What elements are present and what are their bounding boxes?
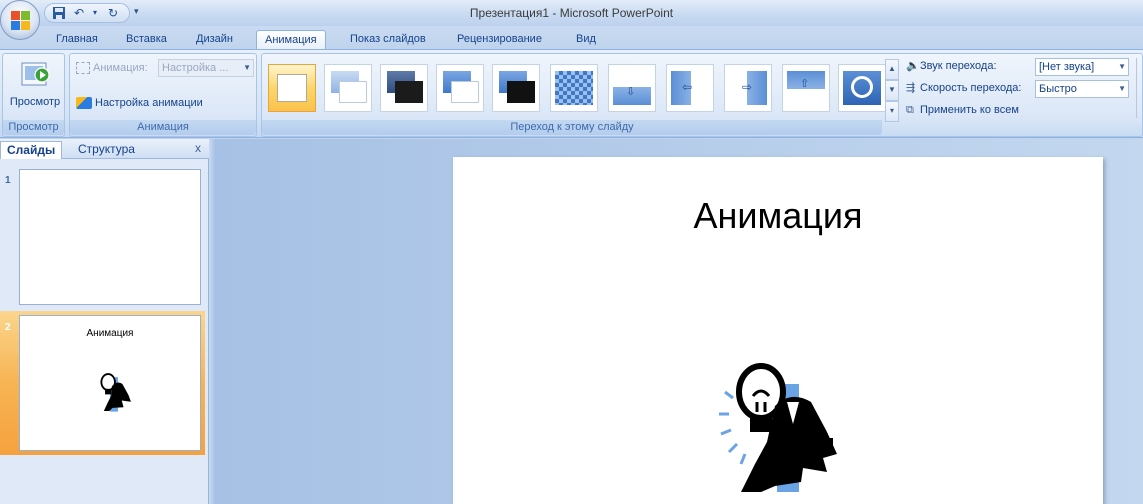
transition-preview-shape — [339, 81, 367, 103]
save-icon[interactable] — [51, 6, 67, 20]
transition-cut-black[interactable] — [492, 64, 540, 112]
transition-sound-label-row: 🔈Звук перехода: — [906, 57, 997, 75]
custom-animation-icon — [76, 97, 92, 110]
arrow-down-icon: ⇩ — [626, 86, 636, 98]
slide-thumbnail-1[interactable] — [19, 169, 201, 305]
tab-animation[interactable]: Анимация — [256, 30, 326, 50]
chevron-down-icon: ▼ — [243, 63, 251, 72]
transition-wipe-right[interactable]: ⇨ — [724, 64, 772, 112]
apply-all-icon: ⧉ — [906, 104, 914, 116]
slides-pane: Слайды Структура x 1 2 Анимация — [0, 139, 209, 504]
tab-insert[interactable]: Вставка — [118, 30, 175, 50]
transition-none[interactable] — [268, 64, 316, 112]
undo-icon[interactable]: ↶ — [71, 6, 87, 20]
chevron-down-icon: ▼ — [1118, 62, 1126, 71]
slide-number: 2 — [5, 322, 11, 333]
ribbon: Просмотр Просмотр Анимация: Настройка ..… — [0, 49, 1143, 138]
transition-preview-shape — [691, 71, 709, 105]
transition-sound-label: Звук перехода: — [920, 60, 997, 72]
transition-preview-shape — [507, 81, 535, 103]
transition-speed-label: Скорость перехода: — [920, 82, 1022, 94]
transition-group: ⇩ ⇦ ⇨ ⇧ ▲ ▼ ▾ 🔈Звук перехода: [Нет звука… — [261, 53, 1143, 137]
tab-design[interactable]: Дизайн — [188, 30, 241, 50]
current-slide[interactable]: Анимация — [453, 157, 1103, 504]
transition-fade-smooth[interactable] — [324, 64, 372, 112]
gallery-more-button[interactable]: ▾ — [885, 101, 899, 122]
tab-view[interactable]: Вид — [568, 30, 604, 50]
speaker-icon: 🔈 — [906, 60, 920, 72]
tab-slides[interactable]: Слайды — [0, 141, 63, 159]
speed-icon: ⇶ — [906, 82, 916, 94]
preview-group-label: Просмотр — [3, 120, 64, 135]
animation-label-row: Анимация: — [76, 59, 148, 77]
animation-group-label: Анимация — [70, 120, 256, 135]
businessman-lightbulb-icon[interactable] — [715, 362, 845, 492]
custom-animation-button[interactable]: Настройка анимации — [76, 94, 203, 112]
transition-sound-value: [Нет звука] — [1039, 61, 1095, 73]
gallery-scroll-down[interactable]: ▼ — [885, 80, 899, 101]
arrow-left-icon: ⇦ — [682, 80, 693, 94]
ribbon-tabs: Главная Вставка Дизайн Анимация Показ сл… — [0, 26, 1143, 50]
arrow-up-icon: ⇧ — [800, 78, 810, 90]
apply-to-all-button[interactable]: ⧉ Применить ко всем — [906, 101, 1019, 119]
transition-speed-combo[interactable]: Быстро ▼ — [1035, 80, 1129, 98]
apply-to-all-label: Применить ко всем — [920, 104, 1019, 116]
window-title: Презентация1 - Microsoft PowerPoint — [469, 6, 674, 20]
transition-wipe-down[interactable]: ⇩ — [608, 64, 656, 112]
preview-button-label: Просмотр — [9, 96, 61, 108]
animation-label: Анимация: — [93, 62, 148, 74]
transition-wipe-left[interactable]: ⇦ — [666, 64, 714, 112]
title-bar: Презентация1 - Microsoft PowerPoint — [0, 0, 1143, 26]
office-button[interactable] — [0, 0, 40, 40]
transition-dissolve[interactable] — [550, 64, 598, 112]
transition-preview-shape — [787, 89, 825, 105]
preview-group: Просмотр Просмотр — [2, 53, 65, 137]
transition-preview-shape — [555, 71, 593, 105]
undo-dropdown-icon[interactable]: ▾ — [87, 6, 103, 20]
tab-review[interactable]: Рецензирование — [449, 30, 550, 50]
transition-wipe-up[interactable]: ⇧ — [782, 64, 830, 112]
transition-speed-label-row: ⇶ Скорость перехода: — [906, 79, 1021, 97]
preview-button[interactable]: Просмотр — [7, 56, 63, 118]
transition-preview-shape — [395, 81, 423, 103]
slide-number: 1 — [5, 175, 11, 186]
quick-access-toolbar: ↶ ▾ ↻ — [44, 3, 130, 23]
tab-outline[interactable]: Структура — [72, 141, 141, 159]
animation-group: Анимация: Настройка ... ▼ Настройка аним… — [69, 53, 257, 137]
tab-home[interactable]: Главная — [48, 30, 106, 50]
animation-effect-icon — [76, 62, 90, 75]
office-logo-icon — [11, 11, 30, 30]
transition-none-preview — [277, 74, 307, 102]
tab-slideshow[interactable]: Показ слайдов — [342, 30, 434, 50]
preview-icon — [21, 62, 50, 86]
animation-combo[interactable]: Настройка ... ▼ — [158, 59, 254, 77]
transition-speed-value: Быстро — [1039, 83, 1077, 95]
slide-thumbnail-title: Анимация — [86, 328, 134, 339]
slide-thumbnail-2[interactable]: Анимация — [19, 315, 201, 451]
gallery-scroll-up[interactable]: ▲ — [885, 59, 899, 80]
animation-combo-value: Настройка ... — [162, 62, 229, 74]
customize-qat-icon[interactable]: ▾ — [134, 6, 139, 17]
transition-group-label: Переход к этому слайду — [262, 120, 882, 135]
slides-pane-tabs: Слайды Структура x — [0, 139, 209, 159]
group-divider — [1136, 58, 1142, 118]
transition-sound-combo[interactable]: [Нет звука] ▼ — [1035, 58, 1129, 76]
custom-animation-label: Настройка анимации — [95, 97, 203, 109]
arrow-right-icon: ⇨ — [742, 80, 753, 94]
chevron-down-icon: ▼ — [1118, 84, 1126, 93]
transition-circle[interactable] — [838, 64, 886, 112]
transition-fade-black[interactable] — [380, 64, 428, 112]
slide-title[interactable]: Анимация — [453, 195, 1103, 237]
transition-cut[interactable] — [436, 64, 484, 112]
redo-icon[interactable]: ↻ — [105, 6, 121, 20]
close-icon[interactable]: x — [195, 141, 201, 155]
transition-preview-shape — [451, 81, 479, 103]
transition-preview-shape — [851, 76, 873, 98]
businessman-lightbulb-icon — [100, 373, 131, 412]
